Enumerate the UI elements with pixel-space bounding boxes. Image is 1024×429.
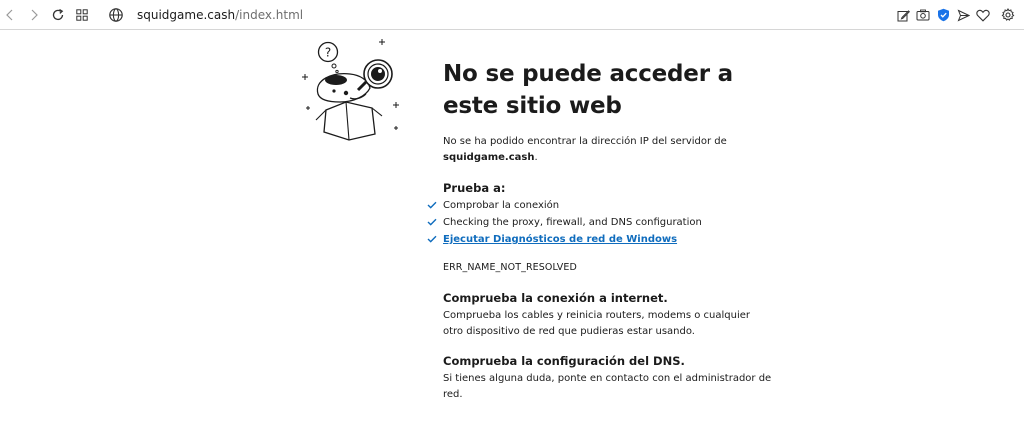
error-code: ERR_NAME_NOT_RESOLVED bbox=[443, 262, 577, 273]
internet-section: Comprueba la conexión a internet. Compru… bbox=[443, 290, 773, 340]
error-description: No se ha podido encontrar la dirección I… bbox=[443, 134, 773, 166]
forward-arrow-icon bbox=[31, 9, 38, 21]
list-item: Comprobar la conexión bbox=[427, 197, 773, 214]
address-bar[interactable]: squidgame.cash/index.html bbox=[108, 4, 868, 26]
checkmark-icon bbox=[427, 201, 437, 209]
forward-button[interactable] bbox=[24, 5, 44, 25]
description-prefix: No se ha podido encontrar la dirección I… bbox=[443, 136, 727, 147]
settings-button[interactable] bbox=[998, 5, 1018, 25]
try-list: Comprobar la conexión Checking the proxy… bbox=[427, 197, 773, 248]
try-heading: Prueba a: bbox=[443, 181, 506, 195]
refresh-button[interactable] bbox=[48, 5, 68, 25]
favorite-button[interactable] bbox=[973, 5, 993, 25]
dns-section: Comprueba la configuración del DNS. Si t… bbox=[443, 353, 773, 403]
tab-grid-button[interactable] bbox=[72, 5, 92, 25]
section-text: Comprueba los cables y reinicia routers,… bbox=[443, 310, 750, 337]
send-icon bbox=[957, 8, 970, 22]
camera-icon bbox=[916, 9, 930, 21]
url-host: squidgame.cash bbox=[137, 8, 236, 22]
url-path: /index.html bbox=[235, 8, 304, 22]
svg-text:?: ? bbox=[325, 46, 331, 60]
edit-icon bbox=[897, 9, 910, 21]
refresh-icon bbox=[52, 8, 64, 21]
browser-toolbar: squidgame.cash/index.html bbox=[0, 0, 1024, 30]
send-button[interactable] bbox=[953, 5, 973, 25]
checkmark-icon bbox=[427, 235, 437, 243]
error-content: No se puede acceder a este sitio web No … bbox=[427, 58, 773, 403]
section-heading: Comprueba la conexión a internet. bbox=[443, 291, 668, 305]
globe-icon[interactable] bbox=[108, 7, 124, 23]
checkmark-icon bbox=[427, 218, 437, 226]
page-title: No se puede acceder a este sitio web bbox=[443, 61, 733, 119]
list-item: Checking the proxy, firewall, and DNS co… bbox=[427, 214, 773, 231]
heart-icon bbox=[976, 9, 990, 22]
try-item-label: Comprobar la conexión bbox=[443, 200, 560, 211]
back-button[interactable] bbox=[0, 5, 20, 25]
screenshot-button[interactable] bbox=[913, 5, 933, 25]
windows-diagnostics-link[interactable]: Ejecutar Diagnósticos de red de Windows bbox=[443, 234, 677, 245]
error-illustration: ? bbox=[302, 39, 399, 141]
try-item-label: Checking the proxy, firewall, and DNS co… bbox=[443, 217, 702, 228]
shield-icon bbox=[937, 8, 949, 22]
description-suffix: . bbox=[534, 152, 538, 163]
list-item: Ejecutar Diagnósticos de red de Windows bbox=[427, 231, 773, 248]
gear-icon bbox=[1001, 8, 1015, 21]
edit-button[interactable] bbox=[893, 5, 913, 25]
tab-grid-icon bbox=[76, 9, 88, 21]
description-host: squidgame.cash bbox=[443, 152, 535, 163]
section-heading: Comprueba la configuración del DNS. bbox=[443, 354, 685, 368]
back-arrow-icon bbox=[6, 9, 13, 21]
section-text: Si tienes alguna duda, ponte en contacto… bbox=[443, 373, 772, 400]
shield-button[interactable] bbox=[933, 5, 953, 25]
